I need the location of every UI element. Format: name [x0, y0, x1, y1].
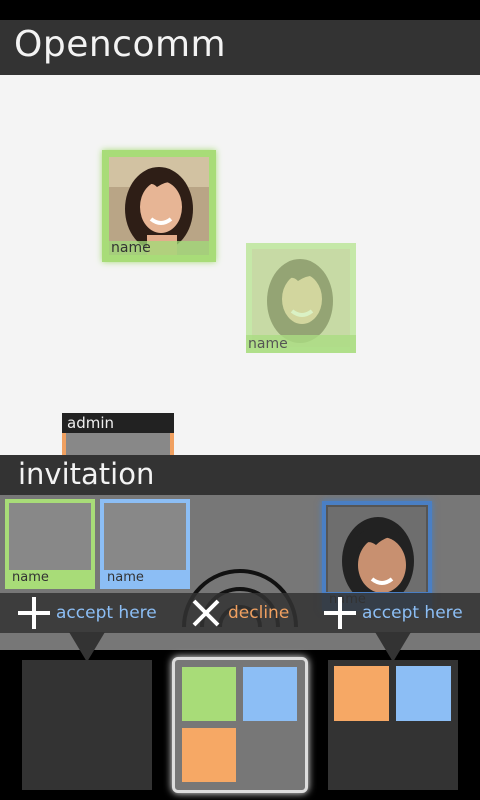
accept-right-button[interactable]: accept here	[324, 593, 463, 633]
title-bar: Opencomm	[0, 20, 480, 75]
group-member-orange	[334, 666, 389, 721]
app-title: Opencomm	[14, 24, 227, 65]
decline-label: decline	[228, 603, 290, 623]
group-panel-right[interactable]	[328, 660, 458, 790]
group-panel-empty[interactable]	[22, 660, 152, 790]
close-icon	[192, 599, 220, 627]
invite-tile[interactable]: name	[100, 499, 190, 589]
group-member-blue	[243, 667, 297, 721]
accept-left-button[interactable]: accept here	[18, 593, 157, 633]
group-member-green	[182, 667, 236, 721]
admin-label: admin	[62, 413, 174, 433]
invitation-header: invitation	[0, 455, 480, 495]
contact-name-label: name	[246, 335, 356, 353]
avatar	[328, 507, 426, 605]
status-bar	[0, 0, 480, 20]
decline-button[interactable]: decline	[190, 593, 289, 633]
plus-icon	[18, 597, 50, 629]
group-member-orange	[182, 728, 236, 782]
invite-name-label: name	[104, 570, 186, 585]
contact-name-label: name	[109, 241, 209, 255]
contact-card[interactable]: name	[246, 243, 356, 353]
dock-pointer-right	[375, 632, 411, 662]
accept-right-label: accept here	[362, 603, 463, 623]
contact-canvas[interactable]: name name admin	[0, 75, 480, 495]
invitation-title: invitation	[18, 457, 155, 491]
contact-card[interactable]: name	[102, 150, 216, 262]
group-panel-selected[interactable]	[172, 657, 308, 793]
dock-pointer-left	[69, 632, 105, 662]
plus-icon	[324, 597, 356, 629]
invite-tile[interactable]: name	[5, 499, 95, 589]
accept-left-label: accept here	[56, 603, 157, 623]
action-bar: accept here decline accept here	[0, 593, 480, 633]
group-member-blue	[396, 666, 451, 721]
group-dock	[0, 632, 480, 800]
invite-name-label: name	[9, 570, 91, 585]
